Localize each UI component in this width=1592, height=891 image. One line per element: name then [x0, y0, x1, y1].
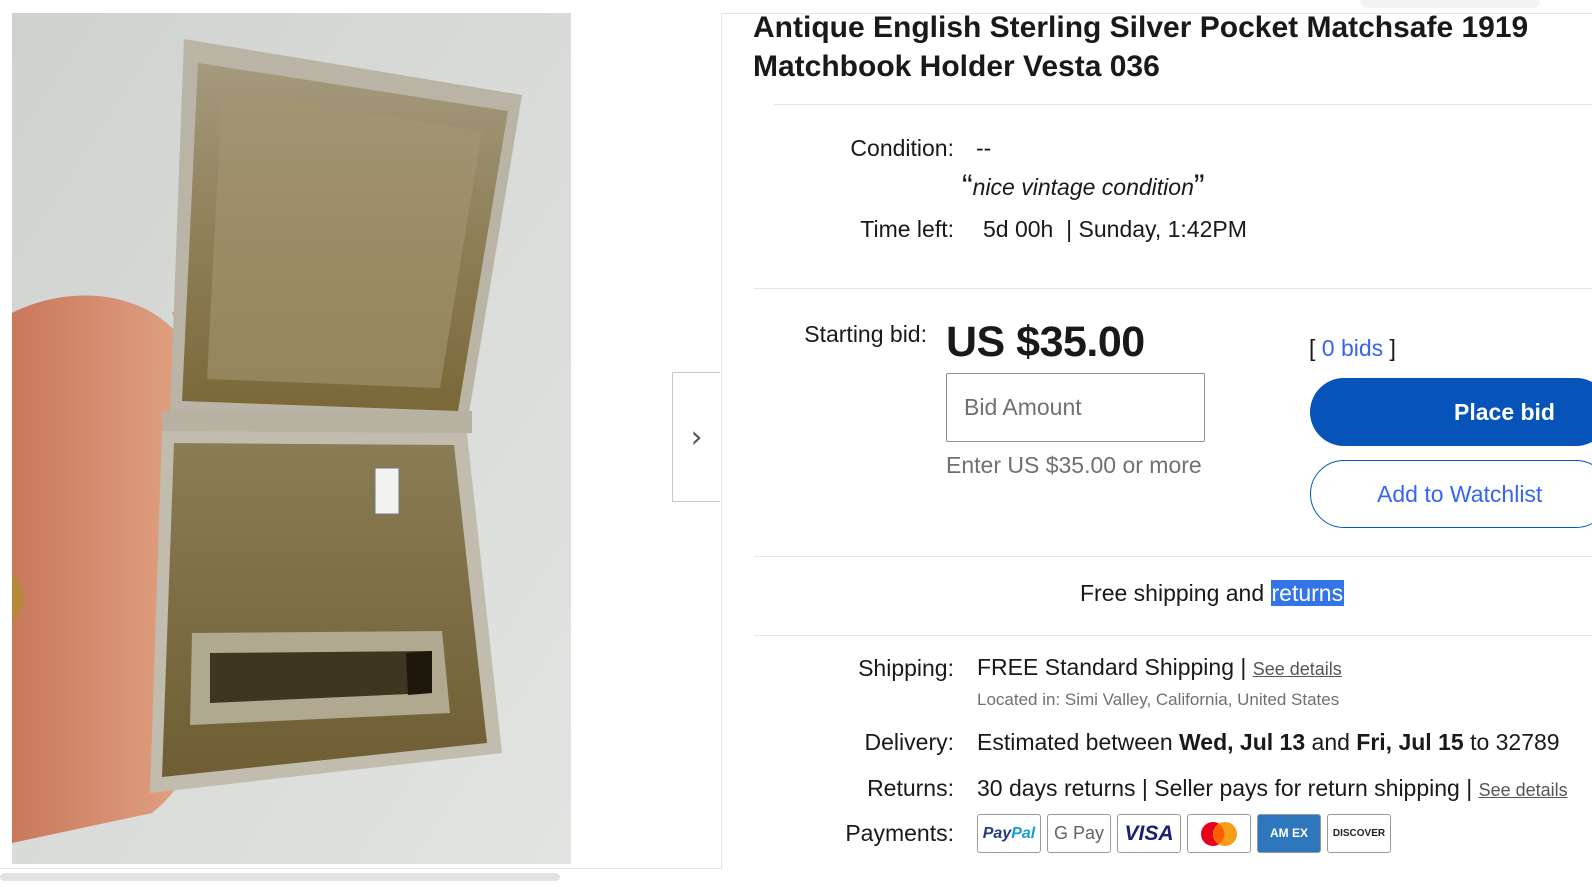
- mastercard-circles: [1201, 821, 1237, 846]
- amex-icon: AM EX: [1257, 814, 1321, 853]
- payment-methods: PayPal G Pay VISA AM EX DISCOVER: [977, 814, 1391, 855]
- horizontal-scrollbar[interactable]: [0, 873, 560, 881]
- shipping-see-details-link[interactable]: See details: [1253, 659, 1342, 679]
- bid-hint: Enter US $35.00 or more: [946, 452, 1202, 478]
- google-pay-mark: G Pay: [1053, 823, 1105, 843]
- close-quote-icon: ”: [1193, 168, 1205, 204]
- amex-mark: AM EX: [1269, 826, 1308, 840]
- place-bid-label: Place bid: [1454, 398, 1555, 425]
- banner-divider: [754, 635, 1592, 636]
- delivery-date-end: Fri, Jul 15: [1356, 729, 1464, 755]
- gallery-next-button[interactable]: ›: [672, 372, 720, 502]
- delivery-post: to 32789: [1470, 729, 1560, 755]
- bids-close-bracket: ]: [1389, 335, 1396, 361]
- returns-label: Returns:: [867, 775, 954, 801]
- shipping-text: Standard Shipping |: [1044, 654, 1247, 680]
- price: US $35.00: [946, 318, 1145, 366]
- chevron-right-icon: ›: [690, 419, 703, 455]
- add-to-watchlist-button[interactable]: Add to Watchlist: [1310, 460, 1592, 528]
- payments-label: Payments:: [845, 820, 954, 846]
- bids-open-bracket: [: [1309, 335, 1316, 361]
- returns-see-details-link[interactable]: See details: [1479, 780, 1568, 800]
- google-pay-icon: G Pay: [1047, 814, 1111, 853]
- listing-title: Antique English Sterling Silver Pocket M…: [753, 11, 1529, 83]
- bidding-divider: [754, 556, 1592, 557]
- delivery-date-start: Wed, Jul 13: [1179, 729, 1306, 755]
- time-left-label: Time left:: [860, 216, 954, 242]
- shipping-label: Shipping:: [858, 655, 954, 681]
- discover-mark: DISCOVER: [1332, 828, 1386, 839]
- place-bid-button[interactable]: Place bid: [1310, 378, 1592, 446]
- paypal-mark: PayPal: [982, 824, 1036, 842]
- paypal-icon: PayPal: [977, 814, 1041, 853]
- matchsafe-photo-illustration: [12, 13, 571, 864]
- bids-link[interactable]: 0 bids: [1322, 335, 1383, 361]
- free-shipping-text: Free shipping and: [1080, 580, 1265, 606]
- visa-icon: VISA: [1117, 814, 1181, 853]
- visa-mark: VISA: [1124, 821, 1174, 845]
- shipping-free: FREE: [977, 654, 1039, 680]
- auction-end-time: Sunday, 1:42PM: [1078, 216, 1247, 242]
- starting-bid-label: Starting bid:: [804, 321, 927, 347]
- discover-icon: DISCOVER: [1327, 814, 1391, 853]
- seller-note: “nice vintage condition”: [962, 168, 1205, 205]
- product-photo[interactable]: [12, 13, 571, 864]
- returns-text: 30 days returns | Seller pays for return…: [977, 775, 1473, 801]
- time-left-duration: 5d 00h: [983, 216, 1054, 242]
- title-divider: [774, 104, 1592, 105]
- watchlist-label: Add to Watchlist: [1377, 480, 1543, 507]
- time-left-value: 5d 00h | Sunday, 1:42PM: [983, 216, 1247, 243]
- bid-count: [ 0 bids ]: [1309, 335, 1396, 362]
- image-gallery: ›: [0, 13, 722, 869]
- returns-highlight[interactable]: returns: [1270, 580, 1345, 606]
- top-bar-pill: [1360, 0, 1540, 8]
- item-location: Located in: Simi Valley, California, Uni…: [977, 690, 1340, 709]
- returns-value: 30 days returns | Seller pays for return…: [977, 775, 1568, 802]
- delivery-value: Estimated between Wed, Jul 13 and Fri, J…: [977, 729, 1560, 756]
- bid-amount-input[interactable]: [946, 373, 1205, 442]
- condition-divider: [754, 288, 1592, 289]
- delivery-label: Delivery:: [864, 729, 954, 755]
- seller-note-text: nice vintage condition: [972, 174, 1194, 200]
- delivery-mid: and: [1311, 729, 1350, 755]
- delivery-pre: Estimated between: [977, 729, 1173, 755]
- free-shipping-banner: Free shipping and returns: [1080, 580, 1345, 607]
- time-left-separator: |: [1066, 216, 1073, 242]
- shipping-value: FREE Standard Shipping | See details: [977, 654, 1342, 681]
- condition-label: Condition:: [850, 135, 954, 161]
- mastercard-icon: [1187, 814, 1251, 853]
- condition-value: --: [976, 135, 992, 161]
- open-quote-icon: “: [962, 168, 973, 204]
